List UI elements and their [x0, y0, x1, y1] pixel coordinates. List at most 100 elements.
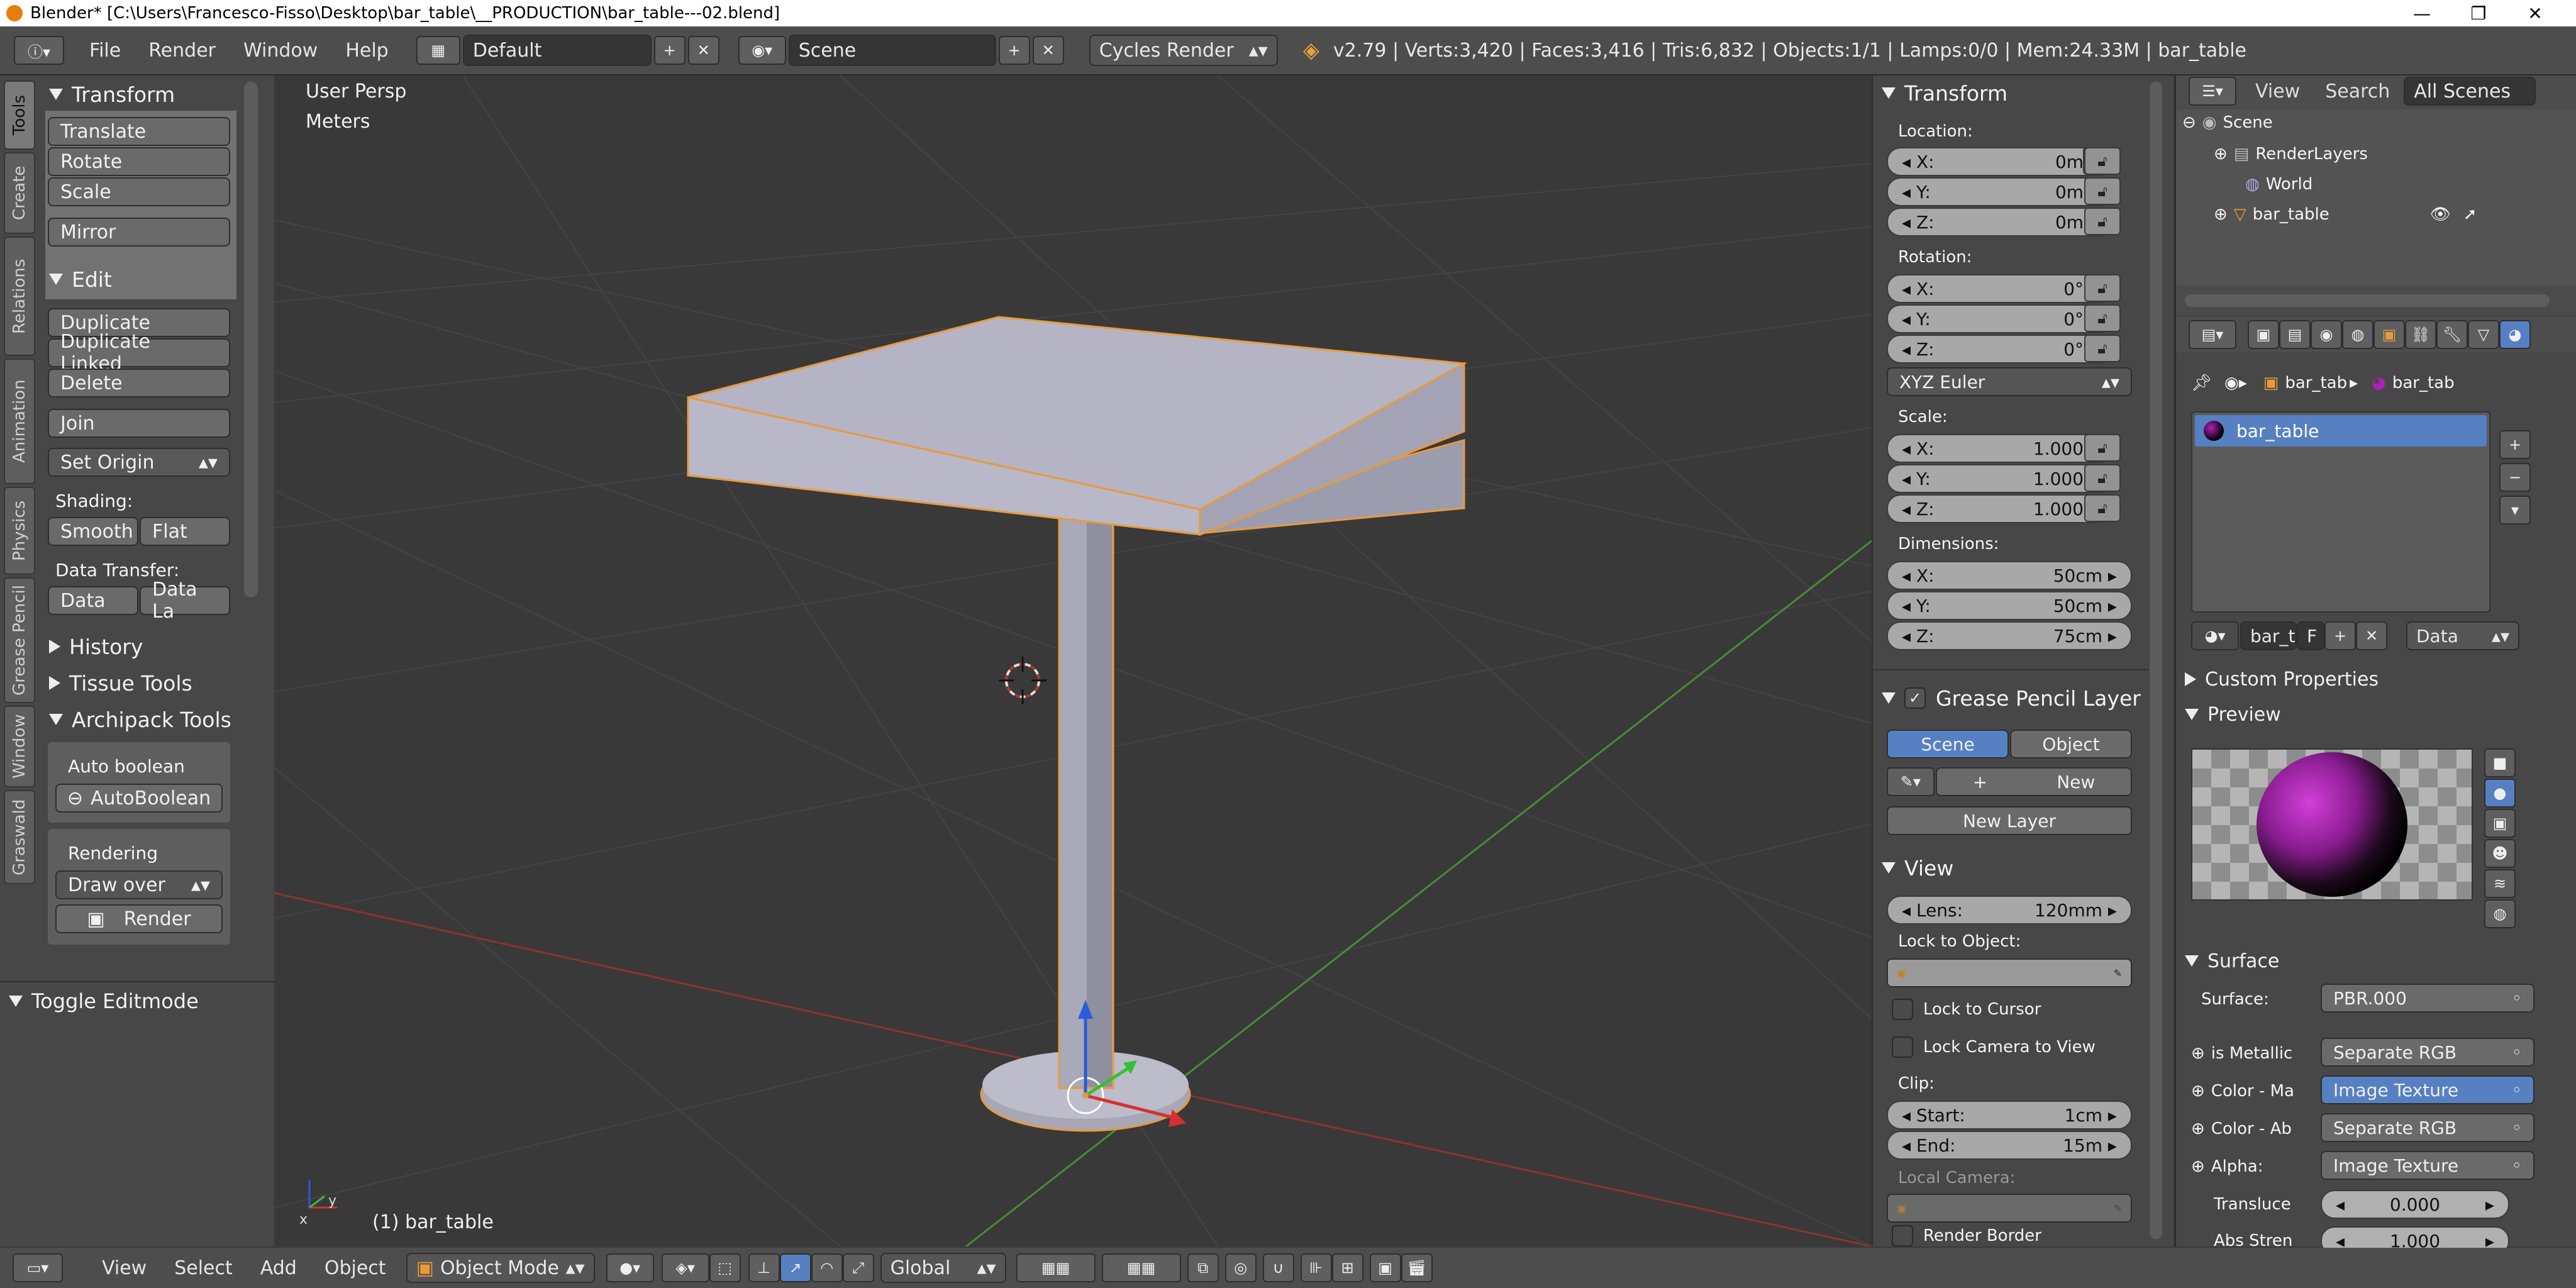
add-scene-icon[interactable]: + [998, 36, 1030, 65]
toggle-editmode-header[interactable]: Toggle Editmode [0, 984, 199, 1019]
location-x-field[interactable]: ◂ X:0m ▸ [1887, 147, 2113, 176]
browse-material-icon[interactable]: ◕▾ [2191, 621, 2239, 650]
snap-element-icon[interactable]: ⊪ [1300, 1253, 1332, 1282]
custom-properties-header[interactable]: Custom Properties [2176, 662, 2379, 697]
selectable-cursor-icon[interactable]: ➚ [2463, 205, 2477, 224]
tissue-tools-panel-header[interactable]: Tissue Tools [40, 665, 192, 701]
data-transfer-button[interactable]: Data [48, 586, 138, 615]
add-slot-icon[interactable]: + [2499, 430, 2531, 459]
shader-input-1-field[interactable]: Separate RGB ◦ [2321, 1038, 2534, 1067]
translate-button[interactable]: Translate [48, 117, 230, 146]
lock-to-cursor-checkbox[interactable] [1892, 999, 1913, 1020]
scene-field[interactable]: Scene [788, 35, 996, 66]
new-material-icon[interactable]: + [2324, 621, 2356, 650]
scale-y-field[interactable]: ◂ Y:1.000 ▸ [1887, 464, 2113, 493]
tab-relations[interactable]: Relations [4, 236, 35, 356]
editor-type-info-icon[interactable]: ⓘ▾ [14, 36, 64, 65]
transform-orientation-dropdown[interactable]: Global ▴▾ [880, 1253, 1006, 1283]
clip-start-field[interactable]: ◂ Start: 1cm ▸ [1887, 1101, 2132, 1130]
scene-icon[interactable]: ◉▾ [738, 36, 786, 65]
lock-loc-z-icon[interactable]: 🔓︎ [2084, 208, 2121, 235]
auto-boolean-button[interactable]: ⊖ AutoBoolean [55, 784, 223, 813]
menu-render[interactable]: Render [135, 40, 230, 62]
menu-help[interactable]: Help [331, 40, 402, 62]
rotation-mode-dropdown[interactable]: XYZ Euler ▴▾ [1887, 367, 2132, 396]
constraints-tab-icon[interactable]: ⛓ [2405, 320, 2436, 349]
menu-view[interactable]: View [88, 1257, 160, 1279]
outliner-item-world[interactable]: ◍ World [2245, 175, 2312, 194]
gp-scene-button[interactable]: Scene [1887, 730, 2009, 758]
lock-loc-x-icon[interactable]: 🔓︎ [2084, 147, 2121, 175]
n-transform-header[interactable]: Transform [1873, 75, 2007, 111]
expand-icon[interactable]: ⊕ [2191, 1082, 2205, 1101]
tab-grease-pencil[interactable]: Grease Pencil [4, 577, 35, 703]
pivot-point-icon[interactable]: ◈▾ [661, 1253, 709, 1282]
lock-to-object-field[interactable]: ▣ ✎ [1887, 958, 2132, 987]
transform-panel-header[interactable]: Transform [40, 77, 242, 112]
material-slot-item[interactable]: bar_table [2195, 415, 2487, 447]
gp-new-button[interactable]: + New [1936, 767, 2132, 796]
pencil-icon[interactable]: ✎▾ [1887, 767, 1935, 796]
scene-tab-icon[interactable]: ◉ [2311, 320, 2342, 349]
lock-scale-x-icon[interactable]: 🔓︎ [2084, 434, 2121, 462]
3d-cursor[interactable] [999, 657, 1046, 704]
lock-scale-z-icon[interactable]: 🔓︎ [2084, 494, 2121, 522]
world-tab-icon[interactable]: ◍ [2342, 320, 2373, 349]
render-tab-icon[interactable]: ▣ [2248, 320, 2279, 349]
render-layers-tab-icon[interactable]: ▤ [2279, 320, 2311, 349]
grease-pencil-layer-header[interactable]: ✓ Grease Pencil Layer [1873, 680, 2141, 716]
properties-editor-icon[interactable]: ▤▾ [2189, 320, 2236, 349]
object-tab-icon[interactable]: ▣ [2373, 320, 2405, 349]
lock-rot-x-icon[interactable]: 🔓︎ [2084, 274, 2121, 302]
outliner-display-mode[interactable]: All Scenes [2404, 77, 2536, 106]
add-layout-icon[interactable]: + [653, 36, 686, 65]
remove-slot-icon[interactable]: − [2499, 463, 2531, 492]
screen-layout-icon[interactable]: ▦ [416, 36, 460, 65]
layers-grid-1[interactable]: ▦▦ [1016, 1253, 1096, 1282]
gp-new-layer-button[interactable]: New Layer [1887, 806, 2132, 835]
rotation-x-field[interactable]: ◂ X:0° ▸ [1887, 274, 2113, 303]
outliner-item-scene[interactable]: ⊖ ◉ Scene [2182, 113, 2273, 132]
snap-target-icon[interactable]: ⊞ [1331, 1253, 1363, 1282]
preview-cube-icon[interactable]: ▣ [2484, 809, 2516, 838]
preview-sphere-icon[interactable]: ● [2484, 779, 2516, 808]
lens-field[interactable]: ◂ Lens: 120mm ▸ [1887, 896, 2132, 924]
outliner-editor-icon[interactable]: ☰▾ [2189, 77, 2236, 106]
occlusion-icon[interactable]: ⬚ [709, 1253, 741, 1282]
close-window-button[interactable]: ✕ [2507, 0, 2563, 26]
expand-icon[interactable]: ⊕ [2191, 1157, 2205, 1176]
rotation-y-field[interactable]: ◂ Y:0° ▸ [1887, 304, 2113, 333]
render-border-checkbox[interactable] [1892, 1225, 1913, 1246]
render-button[interactable]: ▣ Render [55, 904, 223, 933]
rotate-button[interactable]: Rotate [48, 147, 230, 176]
transluce-field[interactable]: ◂ 0.000 ▸ [2321, 1190, 2509, 1219]
maximize-button[interactable]: ❐ [2450, 0, 2507, 26]
clip-end-field[interactable]: ◂ End: 15m ▸ [1887, 1131, 2132, 1160]
lock-camera-row[interactable]: Lock Camera to View [1892, 1036, 2096, 1058]
lock-scale-y-icon[interactable]: 🔓︎ [2084, 464, 2121, 492]
tab-physics[interactable]: Physics [4, 487, 35, 575]
tab-create[interactable]: Create [4, 152, 35, 234]
interaction-mode-dropdown[interactable]: ▣ Object Mode ▴▾ [406, 1253, 595, 1283]
opengl-render-icon[interactable]: ▣ [1369, 1253, 1401, 1282]
menu-window[interactable]: Window [230, 40, 331, 62]
outliner-scrollbar[interactable] [2185, 294, 2550, 307]
draw-over-dropdown[interactable]: Draw over ▴▾ [55, 870, 223, 899]
outliner-item-renderlayers[interactable]: ⊕ ▤ RenderLayers [2214, 145, 2368, 164]
scale-button[interactable]: Scale [48, 177, 230, 206]
data-tab-icon[interactable]: ▽ [2468, 320, 2499, 349]
join-button[interactable]: Join [48, 409, 230, 438]
dimension-y-field[interactable]: ◂ Y: 50cm ▸ [1887, 591, 2132, 620]
shader-input-4-field[interactable]: Image Texture ◦ [2321, 1151, 2534, 1180]
lock-rot-y-icon[interactable]: 🔓︎ [2084, 304, 2121, 332]
modifiers-tab-icon[interactable]: 🔧︎ [2436, 320, 2468, 349]
delete-button[interactable]: Delete [48, 369, 230, 397]
editor-type-3dview-icon[interactable]: ▭▾ [13, 1253, 63, 1282]
gp-object-button[interactable]: Object [2010, 730, 2132, 758]
location-y-field[interactable]: ◂ Y:0m ▸ [1887, 177, 2113, 206]
material-tab-icon[interactable]: ◕ [2499, 320, 2531, 349]
rotate-manipulator-icon[interactable]: ◠ [811, 1253, 843, 1282]
archipack-panel-header[interactable]: Archipack Tools [40, 702, 231, 737]
edit-panel-header[interactable]: Edit [40, 262, 112, 297]
tab-window[interactable]: Window [4, 706, 35, 787]
